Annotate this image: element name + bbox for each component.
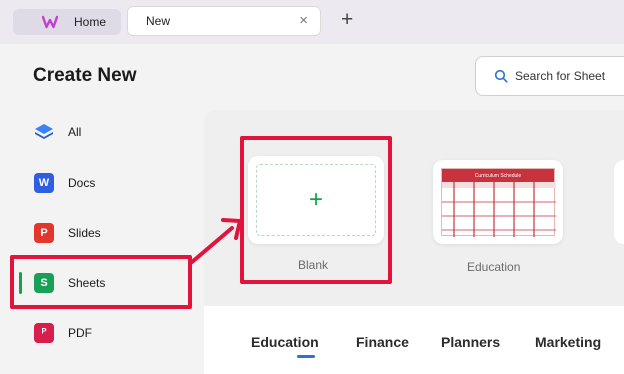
close-icon[interactable]: × (299, 13, 308, 29)
tab-home[interactable]: Home (13, 9, 121, 35)
sheets-highlight-box (10, 255, 192, 309)
layers-icon (34, 122, 54, 142)
template-card-partial[interactable] (614, 160, 624, 244)
add-tab-icon[interactable]: + (341, 9, 353, 30)
wps-logo-icon (42, 15, 58, 29)
search-input[interactable]: Search for Sheet (475, 56, 624, 96)
tab-new-label: New (146, 14, 171, 28)
education-template-card[interactable]: Curriculum Schedule (433, 160, 563, 244)
sidebar-item-slides[interactable]: P Slides (22, 215, 192, 251)
search-placeholder: Search for Sheet (515, 69, 606, 83)
category-tab-finance[interactable]: Finance (356, 334, 409, 350)
category-tab-education[interactable]: Education (251, 334, 319, 350)
tab-home-label: Home (74, 15, 107, 29)
active-category-underline (297, 355, 315, 358)
sidebar-item-pdf[interactable]: ᴾ PDF (22, 315, 192, 351)
education-template-caption: Education (467, 260, 521, 274)
tab-bar: Home New × + (0, 0, 624, 44)
sidebar-item-label: Docs (68, 176, 96, 190)
docs-icon: W (34, 173, 54, 193)
slides-icon: P (34, 223, 54, 243)
page-title: Create New (33, 65, 137, 86)
tab-new[interactable]: New × (127, 6, 321, 36)
thumbnail-title: Curriculum Schedule (442, 169, 554, 182)
sidebar-item-docs[interactable]: W Docs (22, 165, 192, 201)
sidebar-item-all[interactable]: All (22, 114, 192, 150)
spreadsheet-grid-icon (442, 182, 556, 237)
education-template-thumbnail: Curriculum Schedule (441, 168, 556, 237)
pdf-icon: ᴾ (34, 323, 54, 343)
category-tab-planners[interactable]: Planners (441, 334, 500, 350)
search-icon (494, 69, 508, 83)
sidebar-item-label: PDF (68, 326, 92, 340)
blank-highlight-box (240, 136, 392, 284)
sidebar-item-label: Slides (68, 226, 101, 240)
category-tab-marketing[interactable]: Marketing (535, 334, 601, 350)
sidebar-item-label: All (68, 125, 82, 139)
